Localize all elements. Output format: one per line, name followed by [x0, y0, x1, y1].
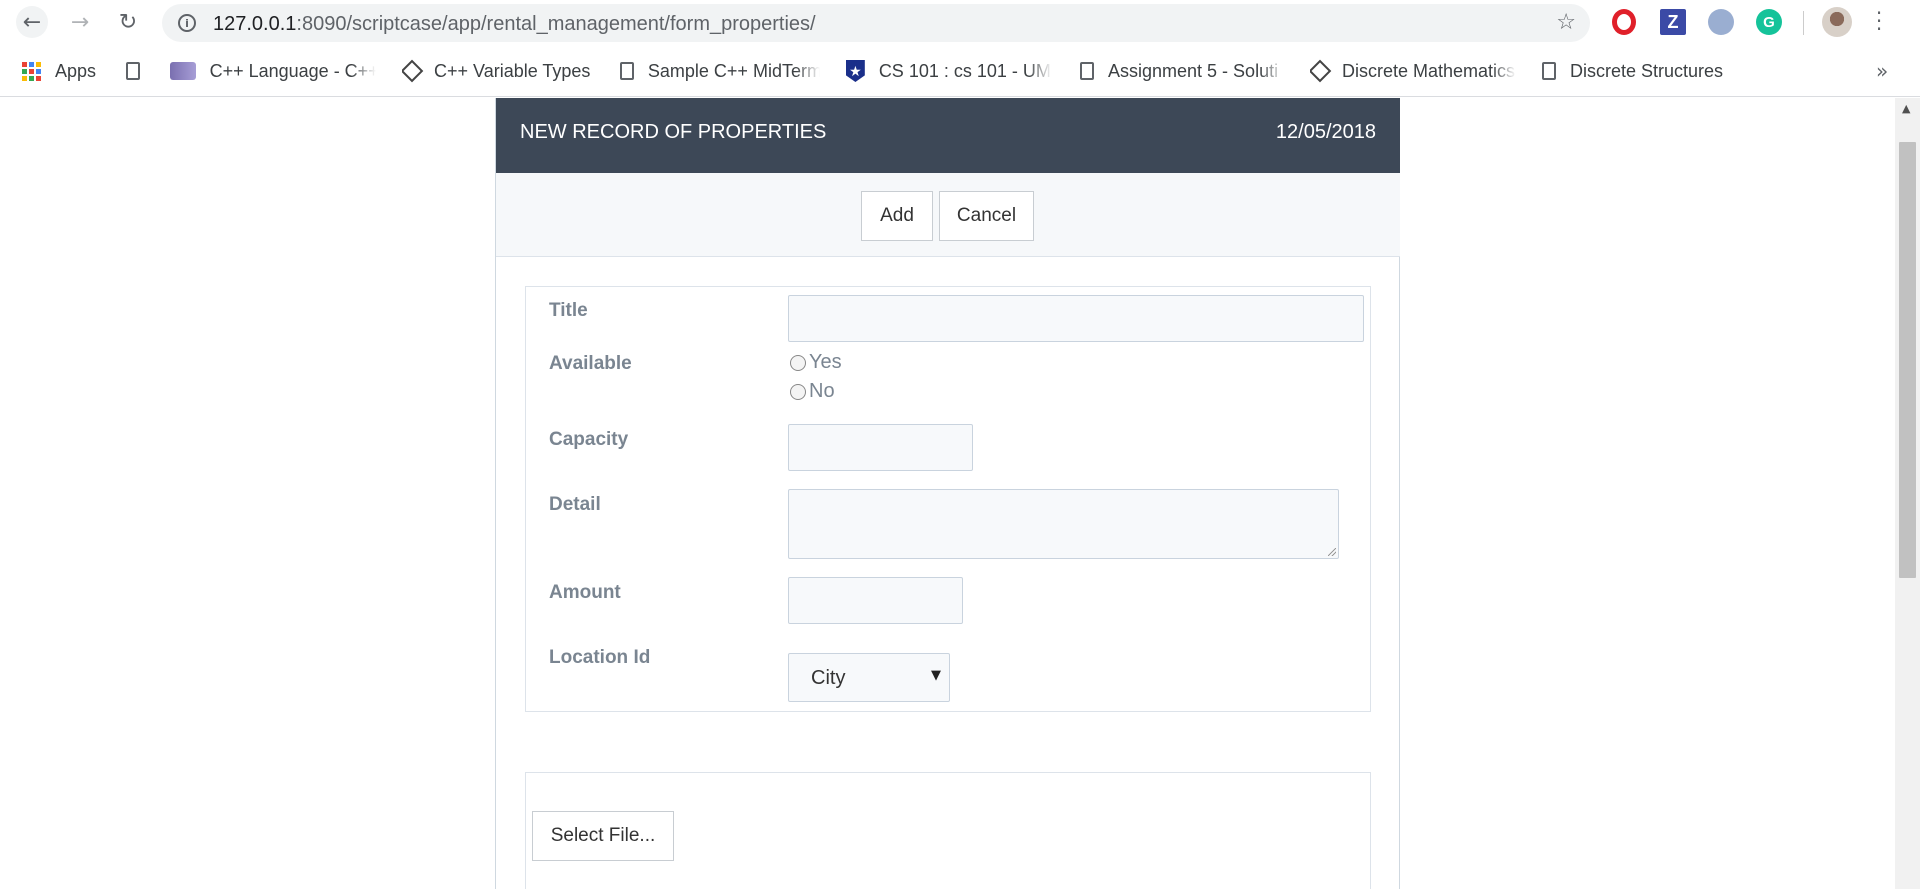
fade: [1260, 58, 1284, 84]
location-label: Location Id: [549, 647, 651, 668]
fields-panel: Title Available Yes No Capacity Detail A…: [525, 286, 1371, 712]
upload-panel: Select File...: [525, 772, 1371, 889]
detail-label: Detail: [549, 494, 601, 515]
bookmark-discrete-math[interactable]: Discrete Mathematics: [1310, 58, 1516, 84]
bookmark-apps[interactable]: Apps: [22, 58, 96, 84]
info-icon[interactable]: i: [178, 14, 196, 32]
bookmark-label: Discrete Mathematics: [1342, 60, 1516, 81]
dropdown-arrow-icon: ▼: [931, 668, 941, 683]
yes-label: Yes: [809, 351, 842, 373]
bookmark-assignment5[interactable]: Assignment 5 - Soluti: [1080, 58, 1284, 84]
capacity-label: Capacity: [549, 429, 629, 450]
fade: [352, 58, 376, 84]
page-viewport: NEW RECORD OF PROPERTIES 12/05/2018 Add …: [0, 98, 1920, 889]
bookmark-cpp-variable-types[interactable]: C++ Variable Types: [402, 58, 590, 84]
scrollbar[interactable]: ▲: [1895, 98, 1920, 889]
title-label: Title: [549, 300, 588, 321]
grammarly-extension-icon[interactable]: G: [1756, 9, 1782, 35]
fade: [796, 58, 820, 84]
add-button[interactable]: Add: [861, 191, 933, 241]
bookmark-star-icon[interactable]: ☆: [1556, 10, 1576, 35]
available-no-option[interactable]: No: [790, 380, 835, 403]
bookmark-label: Sample C++ MidTerm: [647, 60, 820, 81]
capacity-input[interactable]: [788, 424, 973, 471]
form-title: NEW RECORD OF PROPERTIES: [520, 121, 827, 143]
url-host: 127.0.0.1: [213, 13, 297, 35]
bookmark-blank[interactable]: [126, 58, 154, 84]
extension-icon[interactable]: [1708, 9, 1734, 35]
no-radio[interactable]: [790, 383, 806, 400]
bookmark-label: Assignment 5 - Soluti: [1108, 60, 1279, 81]
opera-extension-icon[interactable]: [1612, 9, 1636, 35]
detail-textarea[interactable]: [788, 489, 1339, 559]
location-select[interactable]: City ▼: [788, 653, 950, 702]
url-path: :8090/scriptcase/app/rental_management/f…: [296, 13, 816, 35]
back-arrow-icon[interactable]: ←: [16, 6, 48, 38]
more-bookmarks-icon[interactable]: »: [1876, 59, 1888, 83]
form-date: 12/05/2018: [1275, 121, 1376, 143]
page-icon: [126, 62, 140, 80]
title-input[interactable]: [788, 295, 1364, 342]
umkc-shield-icon: ★: [846, 60, 865, 82]
bookmark-cs101[interactable]: ★ CS 101 : cs 101 - UMK: [846, 58, 1052, 84]
location-selected-value: City: [811, 667, 846, 689]
bookmark-cpp-language[interactable]: C++ Language - C++: [170, 58, 376, 84]
yes-radio[interactable]: [790, 354, 806, 371]
available-label: Available: [549, 353, 632, 374]
apps-grid-icon: [22, 61, 41, 81]
browser-toolbar: ← → ↻ i 127.0.0.1:8090/scriptcase/app/re…: [0, 0, 1920, 45]
form-container: NEW RECORD OF PROPERTIES 12/05/2018 Add …: [495, 98, 1400, 889]
bookmark-label: Apps: [55, 60, 97, 81]
browser-menu-icon[interactable]: · · ·: [1874, 3, 1884, 39]
bookmark-label: Discrete Structures: [1570, 60, 1724, 81]
fade: [1028, 58, 1052, 84]
cplusplus-icon: [170, 62, 196, 80]
address-bar[interactable]: i 127.0.0.1:8090/scriptcase/app/rental_m…: [162, 4, 1590, 42]
bookmarks-bar: Apps C++ Language - C++ C++ Variable Typ…: [0, 45, 1920, 97]
scroll-up-arrow-icon[interactable]: ▲: [1902, 102, 1910, 115]
bookmark-discrete-structures[interactable]: Discrete Structures: [1542, 58, 1723, 84]
toolbar-divider: [1803, 11, 1804, 35]
page-icon: [1542, 62, 1556, 80]
z-extension-icon[interactable]: Z: [1660, 9, 1686, 35]
page-icon: [1080, 62, 1094, 80]
available-yes-option[interactable]: Yes: [790, 351, 842, 374]
form-toolbar: Add Cancel: [496, 173, 1400, 257]
amount-input[interactable]: [788, 577, 963, 624]
url-text[interactable]: 127.0.0.1:8090/scriptcase/app/rental_man…: [213, 13, 816, 36]
tutorialspoint-icon: [402, 59, 424, 83]
bookmark-label: C++ Variable Types: [434, 60, 591, 81]
form-header: NEW RECORD OF PROPERTIES 12/05/2018: [496, 98, 1400, 173]
resize-grip-icon[interactable]: [1328, 548, 1336, 556]
bookmark-sample-midterm[interactable]: Sample C++ MidTerm: [620, 58, 820, 84]
reload-icon[interactable]: ↻: [112, 6, 144, 38]
fade: [1492, 58, 1516, 84]
no-label: No: [809, 380, 835, 402]
profile-avatar[interactable]: [1822, 7, 1852, 37]
amount-label: Amount: [549, 582, 621, 603]
scroll-thumb[interactable]: [1899, 142, 1916, 578]
cancel-button[interactable]: Cancel: [939, 191, 1034, 241]
forward-arrow-icon[interactable]: →: [64, 6, 96, 38]
bookmark-label: CS 101 : cs 101 - UMK: [878, 60, 1052, 81]
select-file-button[interactable]: Select File...: [532, 811, 674, 861]
page-icon: [620, 62, 634, 80]
tutorialspoint-icon: [1310, 59, 1332, 83]
